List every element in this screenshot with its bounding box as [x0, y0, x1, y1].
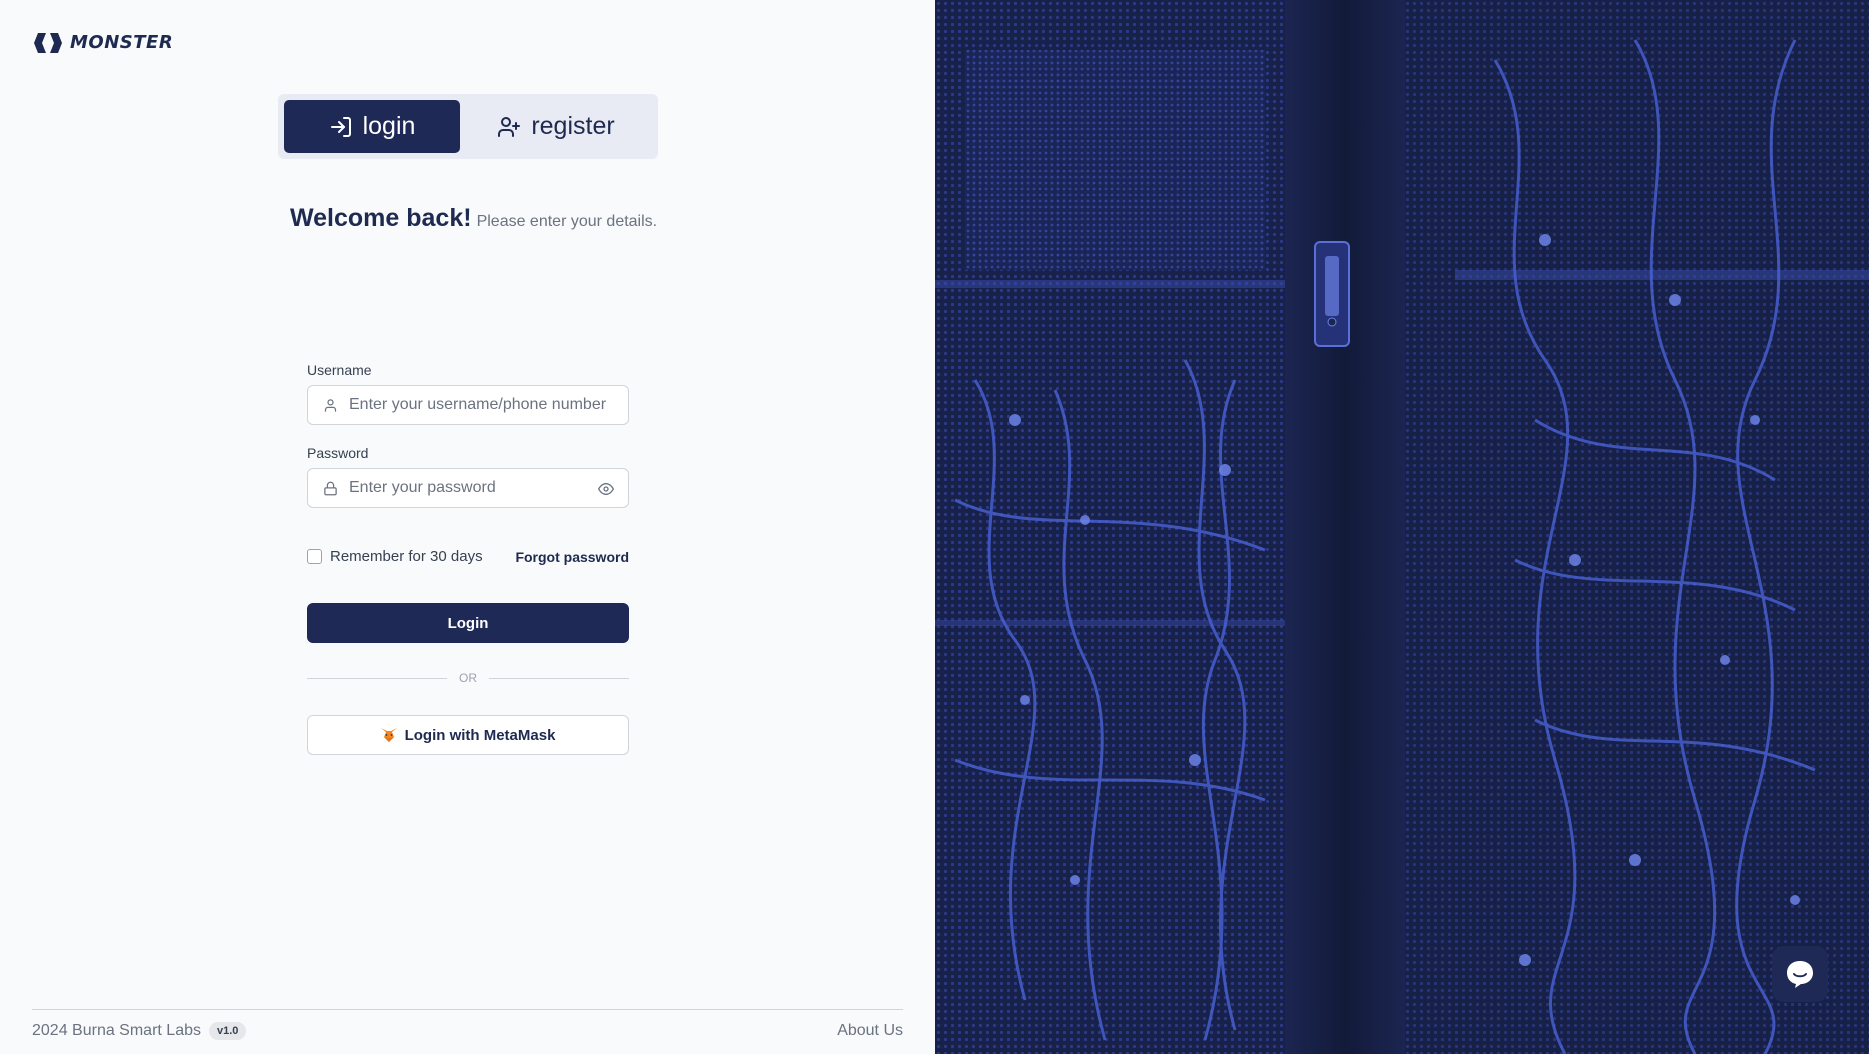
- or-label: OR: [459, 671, 477, 685]
- welcome-title: Welcome back!: [290, 204, 472, 232]
- metamask-label: Login with MetaMask: [404, 726, 556, 744]
- remember-checkbox[interactable]: [307, 549, 322, 564]
- welcome-heading: Welcome back! Please enter your details.: [290, 204, 657, 233]
- server-rack-illustration: [935, 0, 1869, 1054]
- tab-login-label: login: [362, 112, 416, 140]
- chat-button[interactable]: [1772, 946, 1828, 1002]
- password-label: Password: [307, 445, 369, 461]
- tab-login[interactable]: login: [284, 100, 460, 153]
- about-us-link[interactable]: About Us: [837, 1022, 903, 1040]
- version-badge: v1.0: [209, 1022, 247, 1040]
- or-divider: OR: [307, 671, 629, 685]
- logo-text: MONSTER: [70, 32, 174, 53]
- hero-image: [935, 0, 1869, 1054]
- remember-label: Remember for 30 days: [330, 548, 483, 565]
- footer: 2024 Burna Smart Labs v1.0 About Us: [32, 1022, 903, 1040]
- login-icon: [330, 116, 351, 137]
- copyright-text: 2024 Burna Smart Labs: [32, 1022, 201, 1039]
- username-field: [307, 385, 629, 425]
- user-icon: [324, 399, 337, 412]
- remember-option[interactable]: Remember for 30 days: [307, 548, 483, 565]
- password-field: [307, 468, 629, 508]
- lock-icon: [324, 481, 337, 496]
- user-plus-icon: [498, 116, 521, 137]
- username-label: Username: [307, 362, 372, 378]
- auth-tabs: login register: [278, 94, 658, 159]
- tab-register-label: register: [531, 112, 615, 140]
- login-button[interactable]: Login: [307, 603, 629, 643]
- welcome-subtitle: Please enter your details.: [476, 213, 658, 230]
- remember-row: Remember for 30 days Forgot password: [307, 548, 629, 565]
- fox-icon: [380, 728, 397, 742]
- footer-divider: [32, 1009, 903, 1010]
- metamask-login-button[interactable]: Login with MetaMask: [307, 715, 629, 755]
- login-panel: MONSTER login register Welcome back! Ple…: [0, 0, 935, 1054]
- username-input[interactable]: [308, 386, 628, 424]
- chat-bubble-icon: [1787, 961, 1813, 988]
- logo[interactable]: MONSTER: [32, 32, 173, 53]
- login-form: Username Password Remem: [307, 362, 629, 755]
- eye-icon[interactable]: [598, 481, 614, 497]
- monster-logo-icon: [34, 32, 62, 53]
- forgot-password-link[interactable]: Forgot password: [515, 549, 629, 565]
- tab-register[interactable]: register: [460, 100, 652, 153]
- password-input[interactable]: [308, 469, 628, 507]
